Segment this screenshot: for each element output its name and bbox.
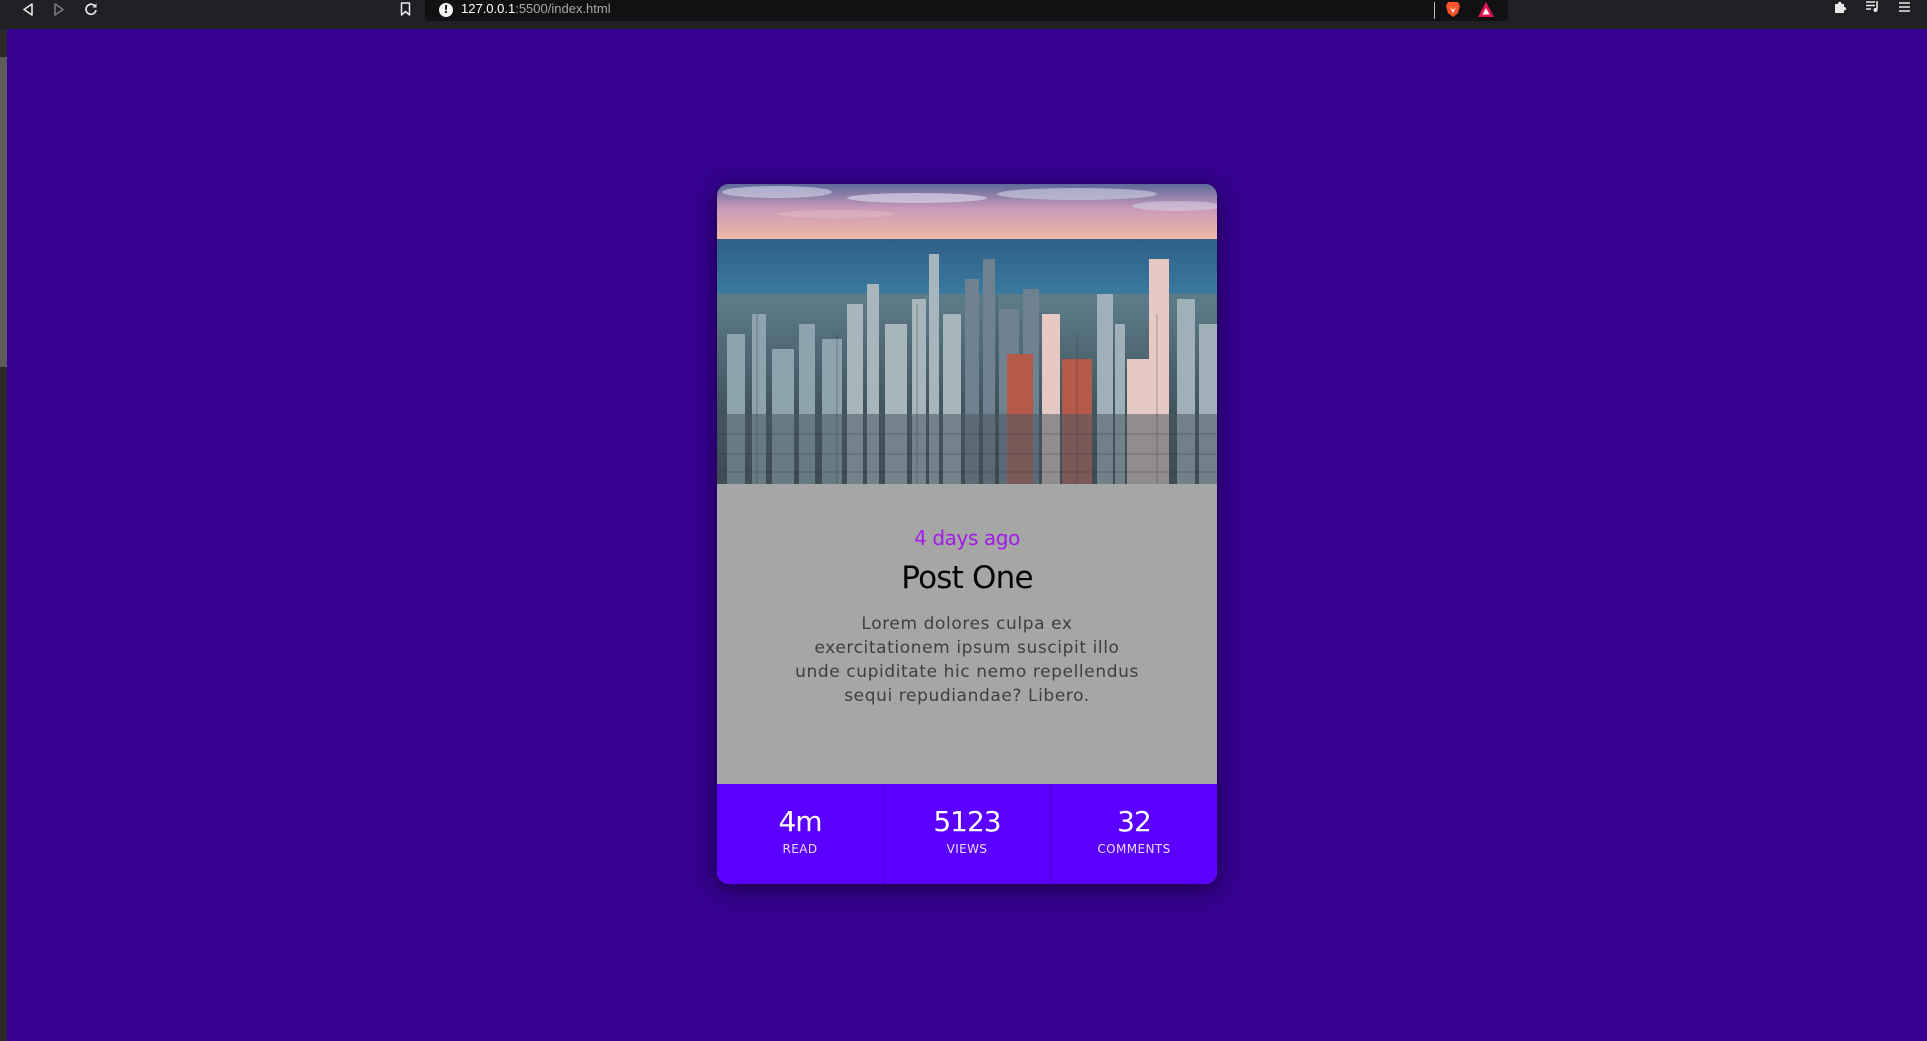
stat-label: COMMENTS <box>1097 842 1171 856</box>
rewards-triangle-icon[interactable] <box>1477 1 1495 18</box>
reload-icon[interactable] <box>80 0 102 18</box>
post-body: Lorem dolores culpa ex exercitationem ip… <box>795 614 1139 706</box>
url-path: :5500/index.html <box>515 1 611 16</box>
post-date: 4 days ago <box>914 526 1020 550</box>
card-text-section: 4 days ago Post One Lorem dolores culpa … <box>717 484 1217 784</box>
stat-value: 4m <box>778 805 822 838</box>
post-card: 4 days ago Post One Lorem dolores culpa … <box>717 184 1217 884</box>
stat-read: 4m READ <box>717 784 883 884</box>
hamburger-menu-icon[interactable] <box>1894 0 1914 18</box>
address-bar[interactable]: ! 127.0.0.1:5500/index.html <box>425 0 1508 21</box>
stat-label: VIEWS <box>946 842 988 856</box>
page-background: 4 days ago Post One Lorem dolores culpa … <box>7 29 1927 1041</box>
bookmark-icon[interactable] <box>394 0 416 18</box>
stat-value: 32 <box>1117 805 1152 838</box>
post-title: Post One <box>901 560 1033 596</box>
city-skyline-photo <box>717 184 1217 484</box>
address-bar-divider <box>1434 2 1435 19</box>
stat-label: READ <box>782 842 818 856</box>
browser-toolbar: ! 127.0.0.1:5500/index.html <box>0 0 1927 29</box>
card-stats: 4m READ 5123 VIEWS 32 COMMENTS <box>717 784 1217 884</box>
brave-lion-icon[interactable] <box>1445 1 1461 18</box>
url-text[interactable]: 127.0.0.1:5500/index.html <box>461 1 611 17</box>
scrollbar-thumb[interactable] <box>0 57 7 367</box>
playlist-icon[interactable] <box>1862 0 1882 18</box>
puzzle-icon[interactable] <box>1830 0 1850 18</box>
sidebar-strip <box>0 29 7 1041</box>
back-arrow-icon[interactable] <box>17 0 39 18</box>
forward-arrow-icon[interactable] <box>48 0 70 18</box>
stat-value: 5123 <box>933 805 1001 838</box>
stat-comments: 32 COMMENTS <box>1050 784 1217 884</box>
skyline-illustration <box>717 184 1217 484</box>
url-host: 127.0.0.1 <box>461 1 516 16</box>
stat-views: 5123 VIEWS <box>883 784 1050 884</box>
info-icon[interactable]: ! <box>439 3 453 17</box>
